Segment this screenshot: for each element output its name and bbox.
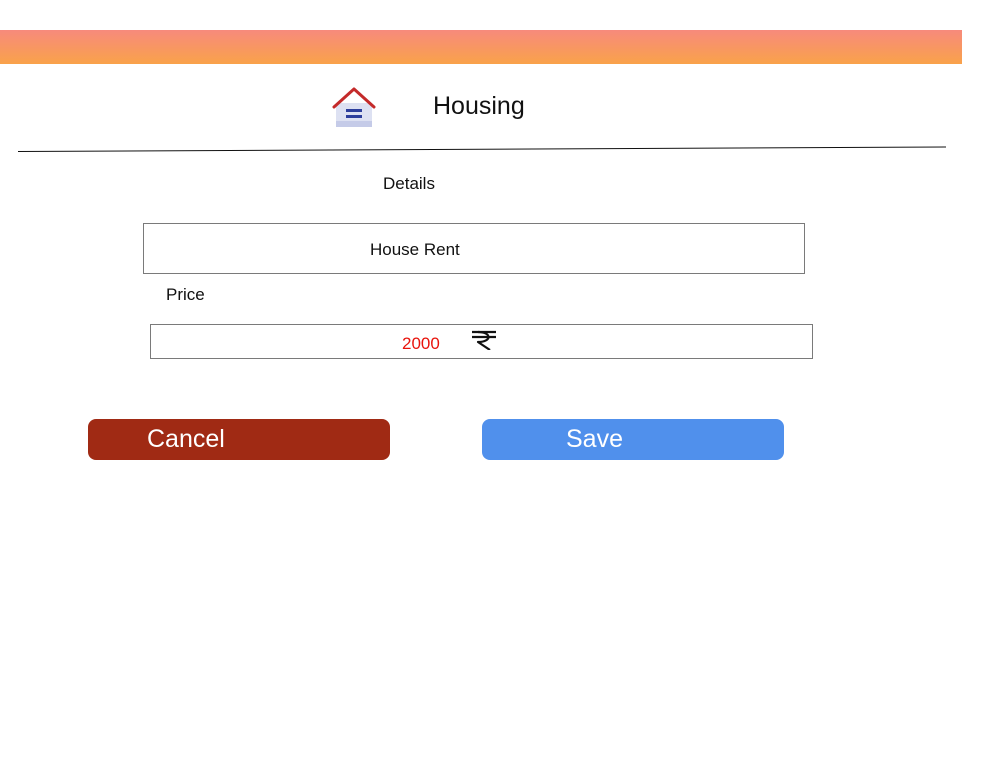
housing-page: Housing Details House Rent Price 2000 Ca… xyxy=(0,0,991,770)
save-button[interactable]: Save xyxy=(482,419,784,460)
details-field[interactable]: House Rent xyxy=(143,223,805,274)
cancel-button[interactable]: Cancel xyxy=(88,419,390,460)
price-label: Price xyxy=(166,285,205,304)
top-banner xyxy=(0,30,962,64)
details-value: House Rent xyxy=(370,240,460,259)
rupee-icon xyxy=(472,330,496,350)
house-icon xyxy=(332,87,376,127)
page-title: Housing xyxy=(433,92,525,120)
price-field[interactable]: 2000 xyxy=(150,324,813,359)
details-label: Details xyxy=(383,174,435,193)
price-value: 2000 xyxy=(402,334,440,353)
header-divider xyxy=(18,146,946,152)
